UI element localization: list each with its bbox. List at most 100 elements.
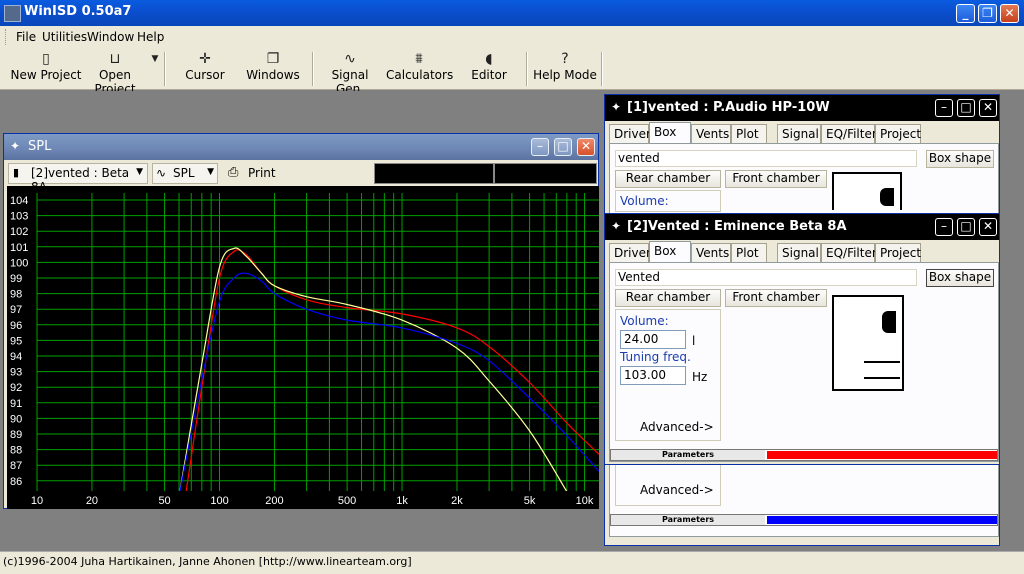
windows-icon: ❐ [266,51,280,67]
advanced-link[interactable]: Advanced-> [640,483,714,497]
series-color-swatch [767,516,997,524]
new-project-icon: ▯ [42,51,50,67]
new-project-button[interactable]: ▯ New Project [10,48,82,90]
y-tick-label: 100 [10,257,28,269]
tab-signal[interactable]: Signal [777,243,821,262]
app-title-bar[interactable]: WinISD 0.50a7 _ ❐ ✕ [0,0,1024,26]
rear-chamber-group: Volume: [615,190,721,212]
tab-project[interactable]: Project [875,124,921,143]
graph-select-value: SPL [173,166,195,180]
calculators-button[interactable]: ⩩ Calculators [386,48,453,90]
minimize-icon[interactable]: _ [956,4,975,23]
help-mode-icon: ? [561,51,569,67]
x-tick-label: 10 [31,495,43,507]
driver2-title-bar[interactable]: ✦ [2]Vented : Eminence Beta 8A – □ ✕ [605,214,999,240]
box-diagram [832,172,902,210]
chevron-down-icon: ▼ [151,54,159,64]
volume-label: Volume: [620,314,669,328]
close-icon[interactable]: ✕ [979,99,997,117]
windows-button[interactable]: ❐ Windows [244,48,302,90]
signal-gen-icon: ∿ [344,51,356,67]
wave-icon: ∿ [156,166,167,180]
front-chamber-button[interactable]: Front chamber [725,170,827,188]
advanced-link[interactable]: Advanced-> [640,420,714,434]
close-icon[interactable]: ✕ [1000,4,1019,23]
x-tick-label: 2k [451,495,463,507]
tab-vents[interactable]: Vents [691,243,731,262]
driver1-title: [1]vented : P.Audio HP-10W [627,100,830,115]
menu-file[interactable]: File [16,30,36,44]
tab-driver[interactable]: Driver [609,124,651,143]
open-project-button[interactable]: ⊔ Open Project [82,48,148,96]
tab-plot[interactable]: Plot [731,124,767,143]
tab-driver[interactable]: Driver [609,243,651,262]
maximize-icon[interactable]: □ [957,99,975,117]
print-button[interactable]: ⎙ Print [226,163,286,184]
tab-box[interactable]: Box [649,122,691,143]
tab-vents[interactable]: Vents [691,124,731,143]
tab-project[interactable]: Project [875,243,921,262]
signal-gen-button[interactable]: ∿ Signal Gen. [318,48,382,96]
volume-label: Volume: [620,194,669,208]
open-project-dropdown[interactable]: ▼ [148,48,162,90]
help-mode-button[interactable]: ? Help Mode [532,48,598,90]
tab-plot[interactable]: Plot [731,243,767,262]
parameters-label: Parameters [611,450,765,460]
volume-input[interactable]: 24.00 [620,330,686,349]
port-icon [864,361,900,363]
menu-utilities[interactable]: Utilities [42,30,87,44]
spl-title-bar[interactable]: ✦ SPL – □ ✕ [4,134,598,160]
parameters-bar: Parameters [610,449,998,461]
calculators-icon: ⩩ [415,51,423,67]
volume-unit: l [692,334,696,348]
tab-signal[interactable]: Signal [777,124,821,143]
cursor-readout-y [494,163,597,184]
x-tick-label: 500 [338,495,356,507]
app-title: WinISD 0.50a7 [24,4,132,19]
editor-label: Editor [471,68,507,82]
app-icon [4,5,21,22]
driver1-title-bar[interactable]: ✦ [1]vented : P.Audio HP-10W – □ ✕ [605,95,999,121]
parameters-label: Parameters [611,515,765,525]
maximize-icon[interactable]: □ [554,138,572,156]
editor-button[interactable]: ◖ Editor [462,48,516,90]
spl-graph[interactable]: 104 103 102 101 100 99 98 97 96 95 94 93 92 91 90 89 88 8… [7,186,599,509]
menu-window[interactable]: Window [87,30,134,44]
rear-chamber-button[interactable]: Rear chamber [615,289,721,307]
x-tick-label: 200 [265,495,283,507]
x-tick-label: 5k [524,495,536,507]
pin-icon[interactable]: ✦ [611,219,621,233]
tuning-freq-input[interactable]: 103.00 [620,366,686,385]
pin-icon[interactable]: ✦ [10,139,20,153]
help-mode-label: Help Mode [533,68,597,82]
toolbar-separator [601,52,603,86]
menu-help[interactable]: Help [137,30,164,44]
minimize-icon[interactable]: – [531,138,549,156]
minimize-icon[interactable]: – [935,218,953,236]
graph-select[interactable]: ∿ SPL ▼ [152,163,218,184]
box-name-field[interactable]: vented [615,150,917,167]
box-shape-button[interactable]: Box shape [926,269,994,287]
y-tick-label: 90 [10,413,22,425]
close-icon[interactable]: ✕ [979,218,997,236]
close-icon[interactable]: ✕ [577,138,595,156]
restore-icon[interactable]: ❐ [978,4,997,23]
maximize-icon[interactable]: □ [957,218,975,236]
tab-eq-filter[interactable]: EQ/Filter [821,124,877,143]
tab-eq-filter[interactable]: EQ/Filter [821,243,877,262]
pin-icon[interactable]: ✦ [611,100,621,114]
front-chamber-button[interactable]: Front chamber [725,289,827,307]
box-shape-button[interactable]: Box shape [926,150,994,168]
x-tick-label: 100 [210,495,228,507]
rear-chamber-button[interactable]: Rear chamber [615,170,721,188]
minimize-icon[interactable]: – [935,99,953,117]
cursor-readout-x [374,163,494,184]
box-diagram [832,295,904,391]
cursor-button[interactable]: ✛ Cursor [178,48,232,90]
tab-box[interactable]: Box [649,241,691,262]
project-select[interactable]: ▮ [2]vented : Beta 8A ▼ [8,163,148,194]
box-name-field[interactable]: Vented [615,269,917,286]
y-tick-label: 93 [10,367,22,379]
windows-label: Windows [246,68,300,82]
tuning-freq-unit: Hz [692,370,708,384]
